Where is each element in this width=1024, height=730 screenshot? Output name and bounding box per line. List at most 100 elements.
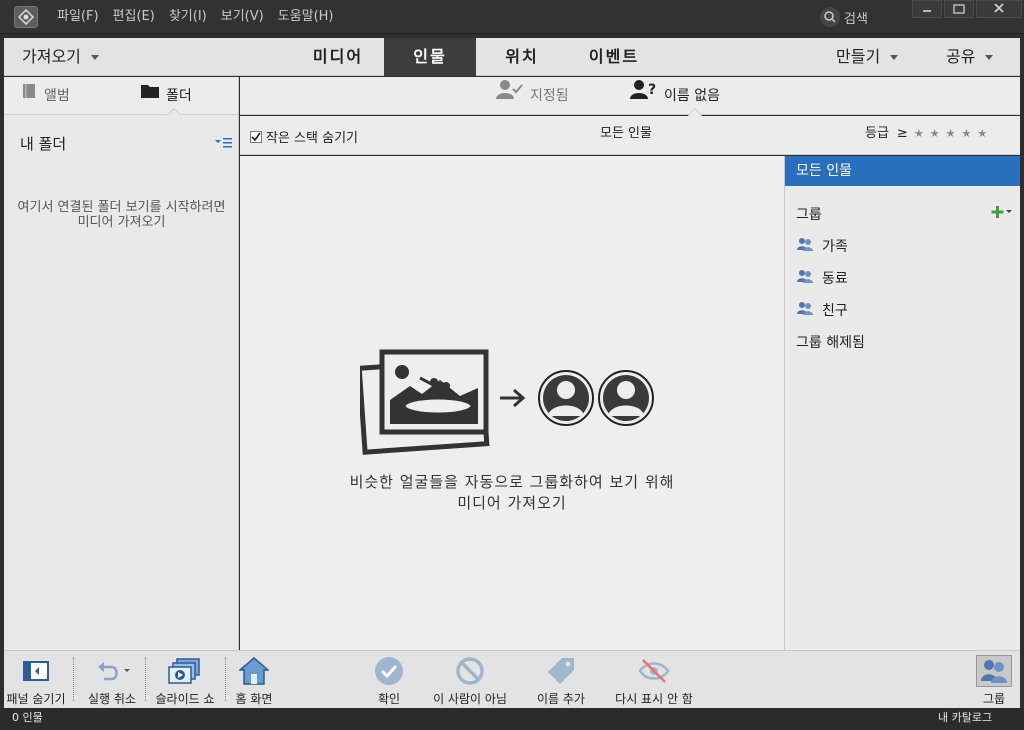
people-subtabs: 지정됨 ? 이름 없음 [240, 77, 1020, 123]
people-count: 0 인물 [12, 711, 43, 724]
not-this-person-button[interactable]: 이 사람이 아님 [428, 655, 512, 707]
tab-unnamed[interactable]: ? 이름 없음 [630, 77, 720, 115]
add-name-label: 이름 추가 [537, 692, 585, 706]
empty-people-message: 비슷한 얼굴들을 자동으로 그룹화하여 보기 위해 미디어 가져오기 [240, 472, 784, 514]
album-icon [20, 77, 38, 115]
add-name-button[interactable]: 이름 추가 [532, 655, 590, 707]
group-item-friends[interactable]: 친구 [796, 300, 848, 320]
hide-small-stacks-label: 작은 스택 숨기기 [266, 131, 358, 146]
create-dropdown[interactable]: 만들기 [836, 38, 899, 76]
left-panel-tabs: 앨범 폴더 [4, 77, 238, 123]
dont-show-again-button[interactable]: 다시 표시 안 함 [610, 655, 698, 707]
confirm-button[interactable]: 확인 [364, 655, 414, 707]
toolbar-separator [73, 657, 74, 701]
tab-named[interactable]: 지정됨 [496, 77, 569, 115]
checkmark-icon [364, 655, 414, 687]
left-panel: 앨범 폴더 내 폴더 여기서 연결된 폴더 보기를 시작하려면미디어 가져오기 [4, 77, 239, 650]
group-item-colleagues[interactable]: 동료 [796, 268, 848, 288]
close-button[interactable] [976, 0, 1022, 18]
ungrouped-item[interactable]: 그룹 해제됨 [796, 332, 865, 352]
tab-places[interactable]: 위치 [476, 38, 568, 76]
svg-text:?: ? [648, 82, 656, 98]
menu-view[interactable]: 보기(V) [214, 0, 271, 34]
import-label: 가져오기 [22, 47, 81, 66]
groups-heading: 그룹 [796, 207, 822, 223]
window-controls [912, 0, 1024, 18]
menu-file[interactable]: 파일(F) [50, 0, 106, 34]
all-people-item[interactable]: 모든 인물 [785, 156, 1020, 186]
hide-small-stacks-checkbox[interactable]: 작은 스택 숨기기 [250, 127, 358, 146]
tab-folders-label: 폴더 [166, 88, 192, 104]
empty-people-line-1: 비슷한 얼굴들을 자동으로 그룹화하여 보기 위해 [349, 473, 675, 491]
share-dropdown[interactable]: 공유 [946, 38, 994, 76]
tab-events[interactable]: 이벤트 [568, 38, 660, 76]
create-label: 만들기 [836, 47, 881, 66]
undo-label: 실행 취소 [88, 692, 136, 706]
confirm-label: 확인 [377, 692, 401, 706]
group-item-label: 친구 [822, 303, 848, 319]
people-group-icon [796, 268, 814, 288]
rating-filter: 등급 ≥ ★ ★ ★ ★ ★ [865, 116, 993, 152]
not-this-person-label: 이 사람이 아님 [433, 692, 507, 706]
people-group-icon [796, 236, 814, 256]
groups-toggle-label: 그룹 [982, 692, 1006, 706]
groups-toggle-button[interactable]: 그룹 [974, 655, 1014, 707]
menu-help[interactable]: 도움말(H) [271, 0, 341, 34]
rating-star-1[interactable]: ★ [914, 116, 924, 152]
hide-panel-label: 패널 숨기기 [6, 692, 66, 706]
chevron-down-icon [890, 55, 899, 60]
prohibited-icon [428, 655, 512, 687]
catalog-name[interactable]: 내 카탈로그 [938, 708, 992, 728]
plus-icon [991, 206, 1012, 218]
checkbox-checked-icon [250, 130, 262, 143]
sort-options-icon[interactable] [215, 137, 233, 153]
undo-button[interactable]: 실행 취소 [82, 655, 142, 707]
slideshow-label: 슬라이드 쇼 [155, 692, 215, 706]
undo-icon [82, 655, 142, 687]
group-item-label: 가족 [822, 239, 848, 255]
rating-star-5[interactable]: ★ [977, 116, 987, 152]
title-bar: 파일(F) 편집(E) 찾기(I) 보기(V) 도움말(H) 검색 [0, 0, 1024, 34]
main-nav: 가져오기 미디어 인물 위치 이벤트 만들기 공유 [4, 38, 1020, 76]
eye-hidden-icon [610, 655, 698, 687]
rating-operator[interactable]: ≥ [897, 116, 908, 152]
hide-panel-button[interactable]: 패널 숨기기 [4, 655, 68, 707]
tab-albums[interactable]: 앨범 [20, 77, 70, 115]
add-group-button[interactable] [991, 205, 1015, 223]
minimize-button[interactable] [912, 0, 942, 18]
people-group-icon [976, 655, 1012, 687]
person-question-icon: ? [630, 77, 658, 115]
app-logo-icon [14, 6, 38, 28]
menu-find[interactable]: 찾기(I) [162, 0, 214, 34]
tab-people[interactable]: 인물 [384, 38, 476, 76]
rating-label: 등급 [865, 126, 889, 141]
empty-people-line-2: 미디어 가져오기 [457, 494, 567, 512]
menu-edit[interactable]: 편집(E) [106, 0, 162, 34]
rating-star-4[interactable]: ★ [961, 116, 971, 152]
chevron-down-icon [90, 55, 99, 60]
rating-star-3[interactable]: ★ [946, 116, 956, 152]
group-item-family[interactable]: 가족 [796, 236, 848, 256]
tab-folders[interactable]: 폴더 [140, 77, 192, 115]
rating-star-2[interactable]: ★ [930, 116, 940, 152]
face-grouping-illustration-icon [356, 348, 660, 462]
share-label: 공유 [946, 47, 976, 66]
person-check-icon [496, 77, 524, 115]
status-bar: 0 인물 내 카탈로그 [0, 708, 1024, 730]
tab-media[interactable]: 미디어 [292, 38, 384, 76]
panel-toggle-icon [4, 655, 68, 687]
home-icon [230, 655, 278, 687]
groups-panel: 모든 인물 그룹 가족 동료 친구 그룹 해제됨 [784, 156, 1020, 650]
empty-folders-message: 여기서 연결된 폴더 보기를 시작하려면미디어 가져오기 [17, 200, 226, 230]
people-canvas: 비슷한 얼굴들을 자동으로 그룹화하여 보기 위해 미디어 가져오기 [240, 156, 784, 650]
menu-bar: 파일(F) 편집(E) 찾기(I) 보기(V) 도움말(H) [50, 0, 341, 34]
maximize-button[interactable] [944, 0, 974, 18]
import-dropdown[interactable]: 가져오기 [22, 38, 99, 76]
folder-icon [140, 77, 160, 115]
slideshow-button[interactable]: 슬라이드 쇼 [152, 655, 218, 707]
toolbar-separator [145, 657, 146, 701]
slideshow-icon [152, 655, 218, 687]
title-search[interactable]: 검색 [820, 7, 868, 27]
home-button[interactable]: 홈 화면 [230, 655, 278, 707]
tab-named-label: 지정됨 [530, 88, 569, 104]
